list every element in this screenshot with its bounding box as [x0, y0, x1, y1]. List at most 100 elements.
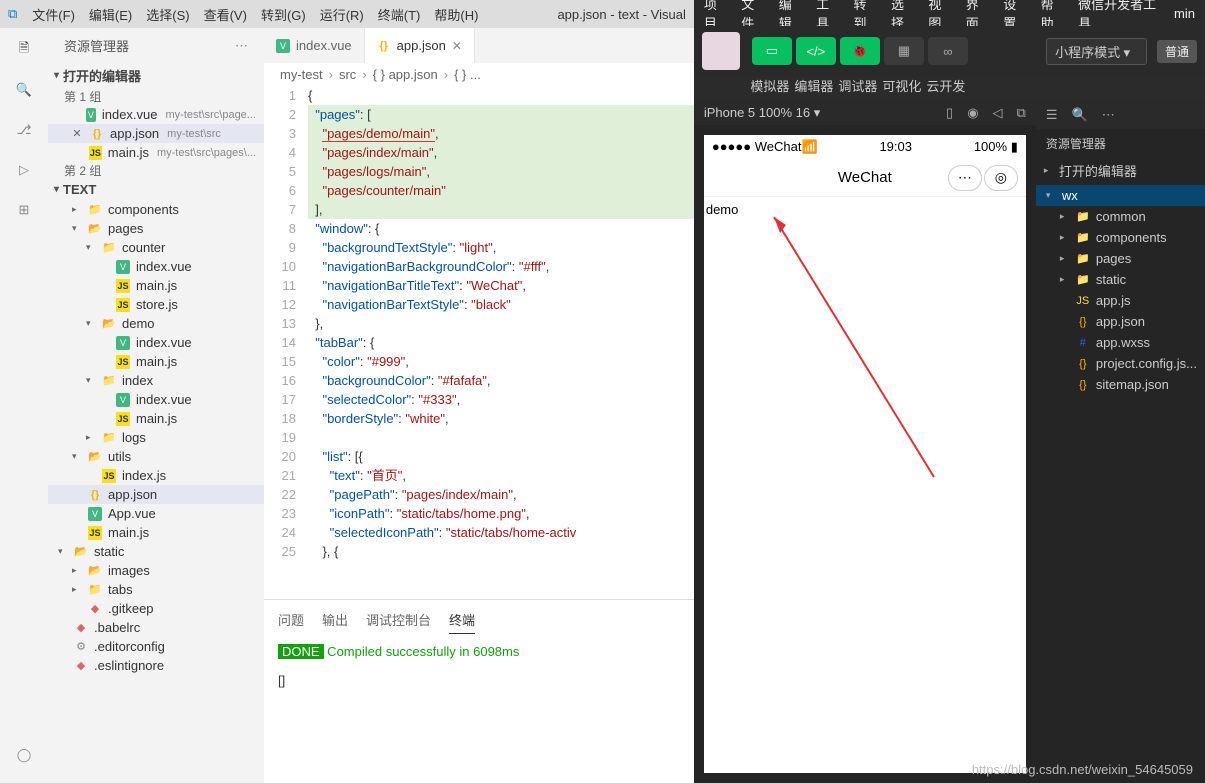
menu-item[interactable]: 编辑(E) — [89, 8, 132, 23]
tree-item[interactable]: ▾📂static — [48, 542, 264, 561]
toolbar-label: 编辑器 — [794, 76, 834, 95]
tree-item[interactable]: ▸📁components — [1036, 227, 1205, 248]
panel-tab[interactable]: 输出 — [322, 606, 348, 634]
tree-item[interactable]: {}app.json — [1036, 311, 1205, 332]
panel-tab[interactable]: 终端 — [449, 606, 475, 634]
tree-item[interactable]: JSmain.js — [48, 409, 264, 428]
tree-item[interactable]: ▾📂pages — [48, 219, 264, 238]
panel-tab[interactable]: 调试控制台 — [366, 606, 431, 634]
open-editors-header[interactable]: ▾打开的编辑器 — [48, 63, 264, 88]
tree-item[interactable]: ▾wx — [1036, 185, 1205, 206]
files-icon[interactable]: 🗎 — [10, 36, 38, 64]
account-icon[interactable]: ◯ — [10, 741, 38, 769]
search-icon[interactable]: 🔍 — [10, 76, 38, 104]
menu-item[interactable]: 选择(S) — [146, 8, 189, 23]
cloud-toggle[interactable]: ∞ — [928, 37, 968, 65]
open-editor-item[interactable]: JSmain.jsmy-test\src\pages\... — [48, 143, 264, 162]
tree-item[interactable]: JSindex.js — [48, 466, 264, 485]
tree-item[interactable]: ▾📁index — [48, 371, 264, 390]
visual-toggle[interactable]: ▦ — [884, 37, 924, 65]
tree-item[interactable]: ▾📁counter — [48, 238, 264, 257]
tree-item[interactable]: Vindex.vue — [48, 333, 264, 352]
tree-item[interactable]: JSmain.js — [48, 523, 264, 542]
panel-tab[interactable]: 问题 — [278, 606, 304, 634]
tree-item[interactable]: ▾📂utils — [48, 447, 264, 466]
terminal-prompt: [] — [278, 673, 680, 688]
tree-item[interactable]: ◆.eslintignore — [48, 656, 264, 675]
tree-item[interactable]: {}app.json — [48, 485, 264, 504]
source-control-icon[interactable]: ⎇ — [10, 116, 38, 144]
tree-item[interactable]: ▸📂images — [48, 561, 264, 580]
vscode-logo: ⧉ — [8, 6, 17, 22]
code-editor[interactable]: 1234567891011121314151617181920212223242… — [264, 86, 694, 599]
more-icon[interactable]: ⧉ — [1017, 105, 1026, 121]
editor-tabs: Vindex.vue{}app.json✕ — [264, 28, 694, 63]
editor-area: Vindex.vue{}app.json✕ my-test›src›{ } ap… — [264, 28, 694, 783]
run-debug-icon[interactable]: ▷ — [10, 156, 38, 184]
breadcrumb-item[interactable]: src — [339, 67, 356, 82]
avatar[interactable] — [702, 32, 740, 70]
capsule-menu[interactable]: ⋯ — [948, 165, 982, 191]
menu-item[interactable]: 运行(R) — [320, 8, 364, 23]
tree-item[interactable]: Vindex.vue — [48, 257, 264, 276]
tree-item[interactable]: ⚙.editorconfig — [48, 637, 264, 656]
tree-item[interactable]: ◆.babelrc — [48, 618, 264, 637]
mode-select[interactable]: 小程序模式 ▾ — [1046, 38, 1147, 65]
mute-icon[interactable]: ◁ — [993, 105, 1003, 121]
tree-item[interactable]: ▸📁static — [1036, 269, 1205, 290]
breadcrumb-item[interactable]: { } ... — [454, 67, 481, 82]
tree-item[interactable]: ▸📁components — [48, 200, 264, 219]
editor-tab[interactable]: {}app.json✕ — [365, 28, 475, 63]
phone-simulator[interactable]: ●●●●● WeChat📶 19:03 100% ▮ WeChat ⋯ ◎ de… — [704, 135, 1026, 773]
project-header[interactable]: ▾TEXT — [48, 179, 264, 200]
list-icon[interactable]: ☰ — [1046, 107, 1058, 123]
simulator-toggle[interactable]: ▭ — [752, 37, 792, 65]
terminal-output[interactable]: DONE Compiled successfully in 6098ms [] — [264, 634, 694, 783]
tree-item[interactable]: {}project.config.js... — [1036, 353, 1205, 374]
menu-item[interactable]: 文件(F) — [32, 8, 75, 23]
device-label[interactable]: iPhone 5 100% 16 ▾ — [704, 105, 820, 121]
vscode-window: ⧉ 文件(F) 编辑(E) 选择(S) 查看(V) 转到(G) 运行(R) 终端(T) 帮助(… — [0, 0, 694, 783]
tree-item[interactable]: ▸📁common — [1036, 206, 1205, 227]
tree-item[interactable]: #app.wxss — [1036, 332, 1205, 353]
breadcrumb-item[interactable]: my-test — [280, 67, 323, 82]
tree-item[interactable]: JSmain.js — [48, 352, 264, 371]
tree-item[interactable]: VApp.vue — [48, 504, 264, 523]
record-icon[interactable]: ◉ — [967, 105, 978, 121]
wifi-icon: 📶 — [801, 139, 817, 154]
menu-item[interactable]: 帮助(H) — [434, 8, 478, 23]
close-icon[interactable]: ✕ — [452, 39, 462, 53]
menu-item[interactable]: min — [1174, 6, 1195, 21]
menu-item[interactable]: 终端(T) — [378, 8, 421, 23]
more-icon[interactable]: ⋯ — [235, 38, 248, 54]
menu-item[interactable]: 查看(V) — [204, 8, 247, 23]
tree-item[interactable]: {}sitemap.json — [1036, 374, 1205, 395]
tree-item[interactable]: ▸📁logs — [48, 428, 264, 447]
compile-mode[interactable]: 普通 — [1157, 40, 1197, 63]
tree-item[interactable]: ▾📂demo — [48, 314, 264, 333]
tree-item[interactable]: JSmain.js — [48, 276, 264, 295]
more-icon[interactable]: ⋯ — [1102, 107, 1115, 123]
breadcrumb-item[interactable]: { } app.json — [373, 67, 438, 82]
editor-tab[interactable]: Vindex.vue — [264, 28, 365, 63]
page-content: demo — [704, 197, 1026, 773]
tree-item[interactable]: ◆.gitkeep — [48, 599, 264, 618]
extensions-icon[interactable]: ⊞ — [10, 196, 38, 224]
open-editor-item[interactable]: Vindex.vuemy-test\src\page... — [48, 105, 264, 124]
editor-toggle[interactable]: </> — [796, 37, 836, 65]
open-editors-header[interactable]: ▸打开的编辑器 — [1036, 158, 1205, 183]
breadcrumb[interactable]: my-test›src›{ } app.json›{ } ... — [264, 63, 694, 86]
search-icon[interactable]: 🔍 — [1072, 107, 1088, 123]
device-icon[interactable]: ▯ — [946, 105, 953, 121]
activity-bar: 🗎 🔍 ⎇ ▷ ⊞ ◯ — [0, 28, 48, 783]
tree-item[interactable]: JSapp.js — [1036, 290, 1205, 311]
close-icon[interactable]: ✕ — [70, 127, 84, 141]
capsule-close[interactable]: ◎ — [984, 165, 1018, 191]
tree-item[interactable]: JSstore.js — [48, 295, 264, 314]
menu-item[interactable]: 转到(G) — [261, 8, 306, 23]
debugger-toggle[interactable]: 🐞 — [840, 37, 880, 65]
tree-item[interactable]: Vindex.vue — [48, 390, 264, 409]
tree-item[interactable]: ▸📁tabs — [48, 580, 264, 599]
open-editor-item[interactable]: ✕{}app.jsonmy-test\src — [48, 124, 264, 143]
tree-item[interactable]: ▸📁pages — [1036, 248, 1205, 269]
